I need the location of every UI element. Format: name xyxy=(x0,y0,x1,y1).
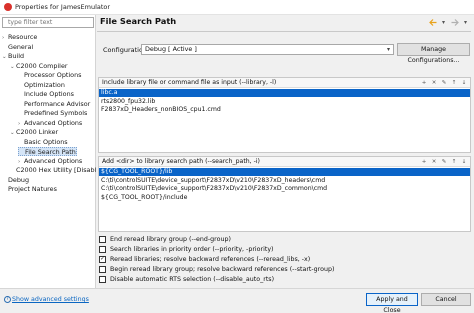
tree-item-label: Basic Options xyxy=(24,137,68,146)
tree-item-label: Advanced Options xyxy=(24,156,83,165)
tree-item-label: C2000 Hex Utility [Disabl xyxy=(16,166,97,174)
tree-item-label: Predefined Symbols xyxy=(24,109,88,117)
tree-item-label: Advanced Options xyxy=(24,118,83,127)
checkbox[interactable] xyxy=(99,276,106,283)
list-item[interactable]: ${CG_TOOL_ROOT}/include xyxy=(99,194,470,202)
checkbox[interactable]: ✓ xyxy=(99,256,106,263)
header-divider xyxy=(97,31,471,32)
tree-item-label: Project Natures xyxy=(8,185,57,193)
tree-item-label: Include Options xyxy=(24,90,74,98)
option-row[interactable]: Disable automatic RTS selection (--disab… xyxy=(99,275,274,284)
manage-configurations-button[interactable]: Manage Configurations... xyxy=(397,43,470,64)
library-file-list: Include library file or command file as … xyxy=(98,77,471,153)
checkbox[interactable] xyxy=(99,236,106,243)
tree-item-label: C2000 Linker xyxy=(16,128,59,136)
configuration-select[interactable]: Debug [ Active ] ▾ xyxy=(141,44,394,55)
help-icon[interactable]: ? xyxy=(4,296,11,303)
add-icon[interactable]: + xyxy=(420,79,428,87)
list-item[interactable]: rts2800_fpu32.lib xyxy=(99,98,470,106)
checkbox[interactable] xyxy=(99,266,106,273)
edit-icon[interactable]: ✎ xyxy=(440,79,448,87)
app-icon xyxy=(4,3,12,11)
list-item[interactable]: C:\ti\controlSUITE\device_support\F2837x… xyxy=(99,177,470,185)
option-row[interactable]: Search libraries in priority order (--pr… xyxy=(99,245,274,254)
checkbox-label: End reread library group (--end-group) xyxy=(110,236,231,243)
back-icon[interactable] xyxy=(428,18,437,27)
tree-item[interactable]: ⌄C2000 Compiler xyxy=(10,62,68,71)
tree-item-label: C2000 Compiler xyxy=(16,61,68,70)
navigation-pane: ›ResourceGeneral⌄Build⌄C2000 CompilerPro… xyxy=(0,15,96,288)
tree-item[interactable]: Debug xyxy=(2,176,29,185)
cancel-button[interactable]: Cancel xyxy=(421,293,471,306)
forward-icon[interactable] xyxy=(450,18,459,27)
tree-item-label: Build xyxy=(8,52,25,60)
tree-item[interactable]: File Search Path xyxy=(18,147,77,156)
tree-item[interactable]: Include Options xyxy=(18,90,74,99)
move-up-icon[interactable]: ↑ xyxy=(450,79,458,87)
move-down-icon[interactable]: ↓ xyxy=(460,158,468,166)
option-row[interactable]: End reread library group (--end-group) xyxy=(99,235,231,244)
delete-icon[interactable]: ✕ xyxy=(430,158,438,166)
tree-item[interactable]: Project Natures xyxy=(2,185,57,194)
tree-item[interactable]: › Advanced Options xyxy=(18,119,82,128)
back-menu-chevron-icon[interactable]: ▾ xyxy=(439,18,448,27)
tree-item[interactable]: › Resource xyxy=(2,33,37,42)
page-nav-icons: ▾ ▾ ⋮ xyxy=(428,17,474,27)
tree-item[interactable]: ⌄Build xyxy=(2,52,24,61)
list-item[interactable]: libc.a xyxy=(99,89,470,97)
tree-item-label: General xyxy=(8,42,34,51)
tree-item-label: Optimization xyxy=(24,80,65,89)
tree-item[interactable]: Processor Options xyxy=(18,71,81,80)
library-list-header: Include library file or command file as … xyxy=(99,78,470,88)
checkbox[interactable] xyxy=(99,246,106,253)
option-row[interactable]: ✓ Reread libraries; resolve backward refe… xyxy=(99,255,310,264)
window-title: Properties for JamesEmulator xyxy=(15,3,111,11)
list-item[interactable]: ${CG_TOOL_ROOT}/lib xyxy=(99,168,470,176)
option-row[interactable]: Begin reread library group; resolve back… xyxy=(99,265,334,274)
checkbox-label: Search libraries in priority order (--pr… xyxy=(110,246,274,253)
tree-item-label: Debug xyxy=(8,175,30,184)
tree-item[interactable]: Predefined Symbols xyxy=(18,109,87,118)
title-bar: Properties for JamesEmulator xyxy=(0,0,474,15)
tree-item[interactable]: Performance Advisor xyxy=(18,100,90,109)
list-item[interactable]: F2837xD_Headers_nonBIOS_cpu1.cmd xyxy=(99,106,470,114)
delete-icon[interactable]: ✕ xyxy=(430,79,438,87)
chevron-down-icon: ▾ xyxy=(386,46,390,53)
filter-input[interactable] xyxy=(2,17,94,28)
footer-divider xyxy=(0,288,474,289)
edit-icon[interactable]: ✎ xyxy=(440,158,448,166)
checkbox-label: Begin reread library group; resolve back… xyxy=(110,266,335,273)
add-icon[interactable]: + xyxy=(420,158,428,166)
apply-and-close-button[interactable]: Apply and Close xyxy=(366,293,418,313)
tree-item-label: Processor Options xyxy=(24,71,82,79)
configuration-value: Debug [ Active ] xyxy=(145,45,197,53)
tree-item[interactable]: › Advanced Options xyxy=(18,157,82,166)
tree-item[interactable]: General xyxy=(2,43,33,52)
tree-item-label: File Search Path xyxy=(25,148,76,156)
show-advanced-settings-link[interactable]: Show advanced settings xyxy=(12,296,89,303)
search-path-list: Add <dir> to library search path (--sear… xyxy=(98,156,471,232)
checkbox-label: Reread libraries; resolve backward refer… xyxy=(110,256,311,263)
tree-item-label: Resource xyxy=(8,33,38,41)
move-up-icon[interactable]: ↑ xyxy=(450,158,458,166)
forward-menu-chevron-icon[interactable]: ▾ xyxy=(461,18,470,27)
tree-item[interactable]: ⌄C2000 Linker xyxy=(10,128,58,137)
move-down-icon[interactable]: ↓ xyxy=(460,79,468,87)
tree-item-label: Performance Advisor xyxy=(24,99,91,108)
tree-item[interactable]: Basic Options xyxy=(18,138,68,147)
tree-item[interactable]: Optimization xyxy=(18,81,65,90)
checkbox-label: Disable automatic RTS selection (--disab… xyxy=(110,276,275,283)
search-path-header: Add <dir> to library search path (--sear… xyxy=(99,157,470,167)
tree-item[interactable]: C2000 Hex Utility [Disabl xyxy=(10,166,96,175)
page-title: File Search Path xyxy=(100,16,177,26)
list-item[interactable]: C:\ti\controlSUITE\device_support\F2837x… xyxy=(99,185,470,193)
